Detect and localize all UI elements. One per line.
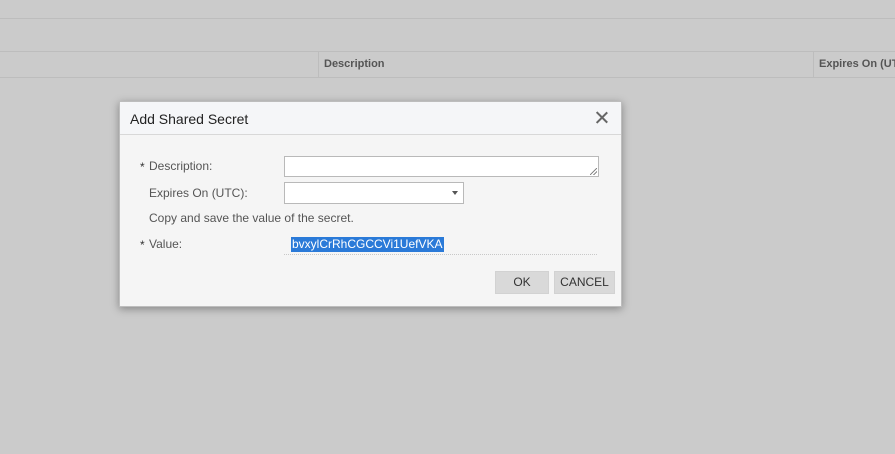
ok-button[interactable]: OK	[495, 271, 549, 294]
description-label: Description:	[149, 159, 213, 173]
expires-on-label: Expires On (UTC):	[149, 186, 248, 200]
required-marker-description: *	[140, 160, 145, 174]
secondary-toolbar	[0, 18, 895, 52]
dialog-header: Add Shared Secret	[120, 102, 621, 135]
description-field[interactable]	[284, 156, 599, 177]
value-underline	[284, 254, 597, 255]
grid-header: Description Expires On (UTC)	[0, 52, 895, 78]
chevron-down-icon[interactable]	[452, 191, 458, 195]
column-header-description[interactable]: Description	[318, 52, 814, 77]
column-header-expires-on[interactable]: Expires On (UTC)	[813, 52, 895, 77]
add-shared-secret-dialog: Add Shared Secret * Description: Expires…	[119, 101, 622, 307]
value-label: Value:	[149, 237, 183, 251]
dialog-title: Add Shared Secret	[130, 111, 249, 127]
copy-hint-text: Copy and save the value of the secret.	[149, 211, 354, 225]
top-toolbar	[0, 0, 895, 19]
resize-grip-icon[interactable]	[590, 168, 597, 175]
required-marker-value: *	[140, 238, 145, 252]
secret-value-text[interactable]: bvxylCrRhCGCCVi1UefVKA	[291, 237, 444, 252]
close-icon[interactable]	[595, 110, 609, 124]
cancel-button[interactable]: CANCEL	[554, 271, 615, 294]
expires-on-field[interactable]	[284, 182, 464, 204]
